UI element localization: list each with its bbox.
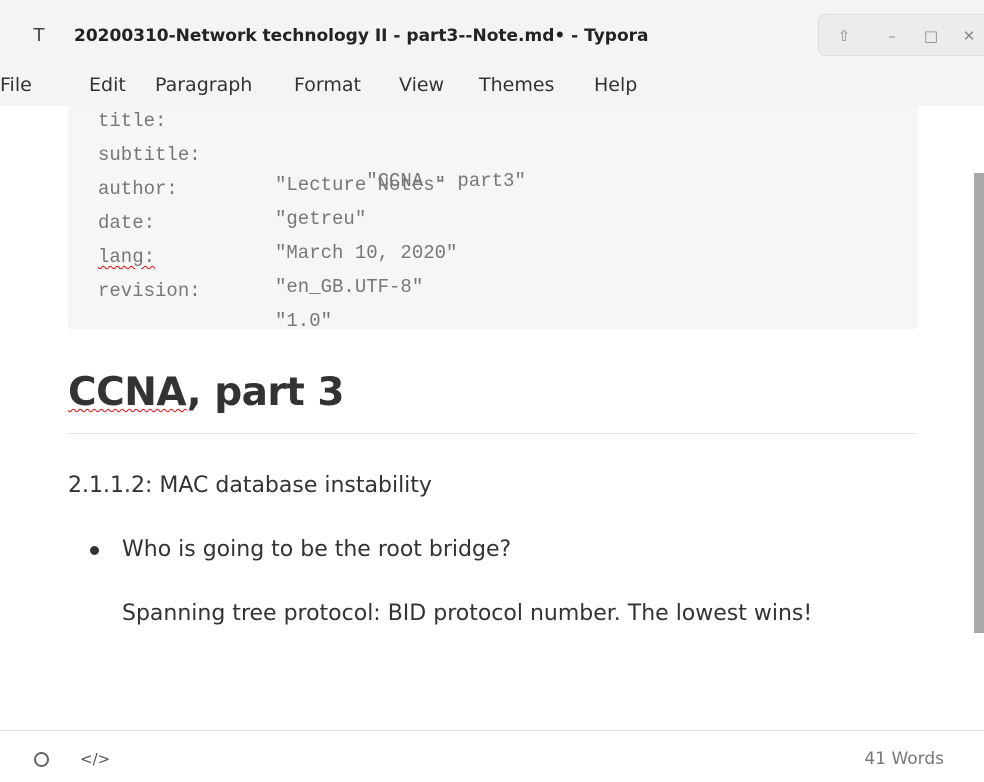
bullet-icon [90,546,99,555]
front-matter-value: "1.0" [275,310,333,332]
code-icon[interactable]: </> [80,747,110,771]
heading-rest: , part 3 [186,370,345,415]
typora-app-icon: T [33,25,45,46]
menu-file[interactable]: File [0,70,32,100]
front-matter-key: revision: [98,280,201,302]
title-bar: T 20200310-Network technology II - part3… [0,0,984,74]
menu-help[interactable]: Help [594,70,637,100]
menu-paragraph[interactable]: Paragraph [155,70,252,100]
heading-word-ccna: CCNA [68,370,187,415]
document-heading[interactable]: CCNA, part 3 [68,361,345,425]
close-icon[interactable]: ✕ [958,25,980,47]
yaml-front-matter[interactable]: title: "CCNA - part3" subtitle: "Lecture… [68,106,918,332]
front-matter-line: date: "March 10, 2020" [98,178,457,264]
heading-divider [68,433,918,434]
circle-icon[interactable] [34,752,49,767]
minimize-icon[interactable]: – [881,25,903,47]
word-count[interactable]: 41 Words [864,747,944,771]
front-matter-line: author: "getreu" [98,144,366,230]
front-matter-line: revision: "1.0" [98,246,332,332]
front-matter-value: "en_GB.UTF-8" [275,276,424,298]
menu-view[interactable]: View [399,70,444,100]
front-matter-line: subtitle: "Lecture Notes" [98,110,446,196]
status-bar: </> 41 Words [0,730,984,782]
list-item[interactable]: Who is going to be the root bridge? [122,532,511,568]
window-controls: ⇧ – □ ✕ [818,14,984,56]
upload-icon[interactable]: ⇧ [833,25,855,47]
front-matter-value: "Lecture Notes" [275,174,447,196]
scrollbar-thumb[interactable] [974,173,984,633]
editor-area[interactable]: title: "CCNA - part3" subtitle: "Lecture… [0,106,984,730]
front-matter-value: "March 10, 2020" [275,242,458,264]
window-title: 20200310-Network technology II - part3--… [74,26,649,46]
menu-themes[interactable]: Themes [479,70,554,100]
menu-edit[interactable]: Edit [89,70,126,100]
menu-bar: File Edit Paragraph Format View Themes H… [0,66,984,106]
list-item-paragraph[interactable]: Spanning tree protocol: BID protocol num… [122,596,912,632]
menu-format[interactable]: Format [294,70,361,100]
front-matter-value: "getreu" [275,208,367,230]
front-matter-line: lang: "en_GB.UTF-8" [98,212,423,298]
paragraph[interactable]: 2.1.1.2: MAC database instability [68,468,432,504]
maximize-icon[interactable]: □ [920,25,942,47]
